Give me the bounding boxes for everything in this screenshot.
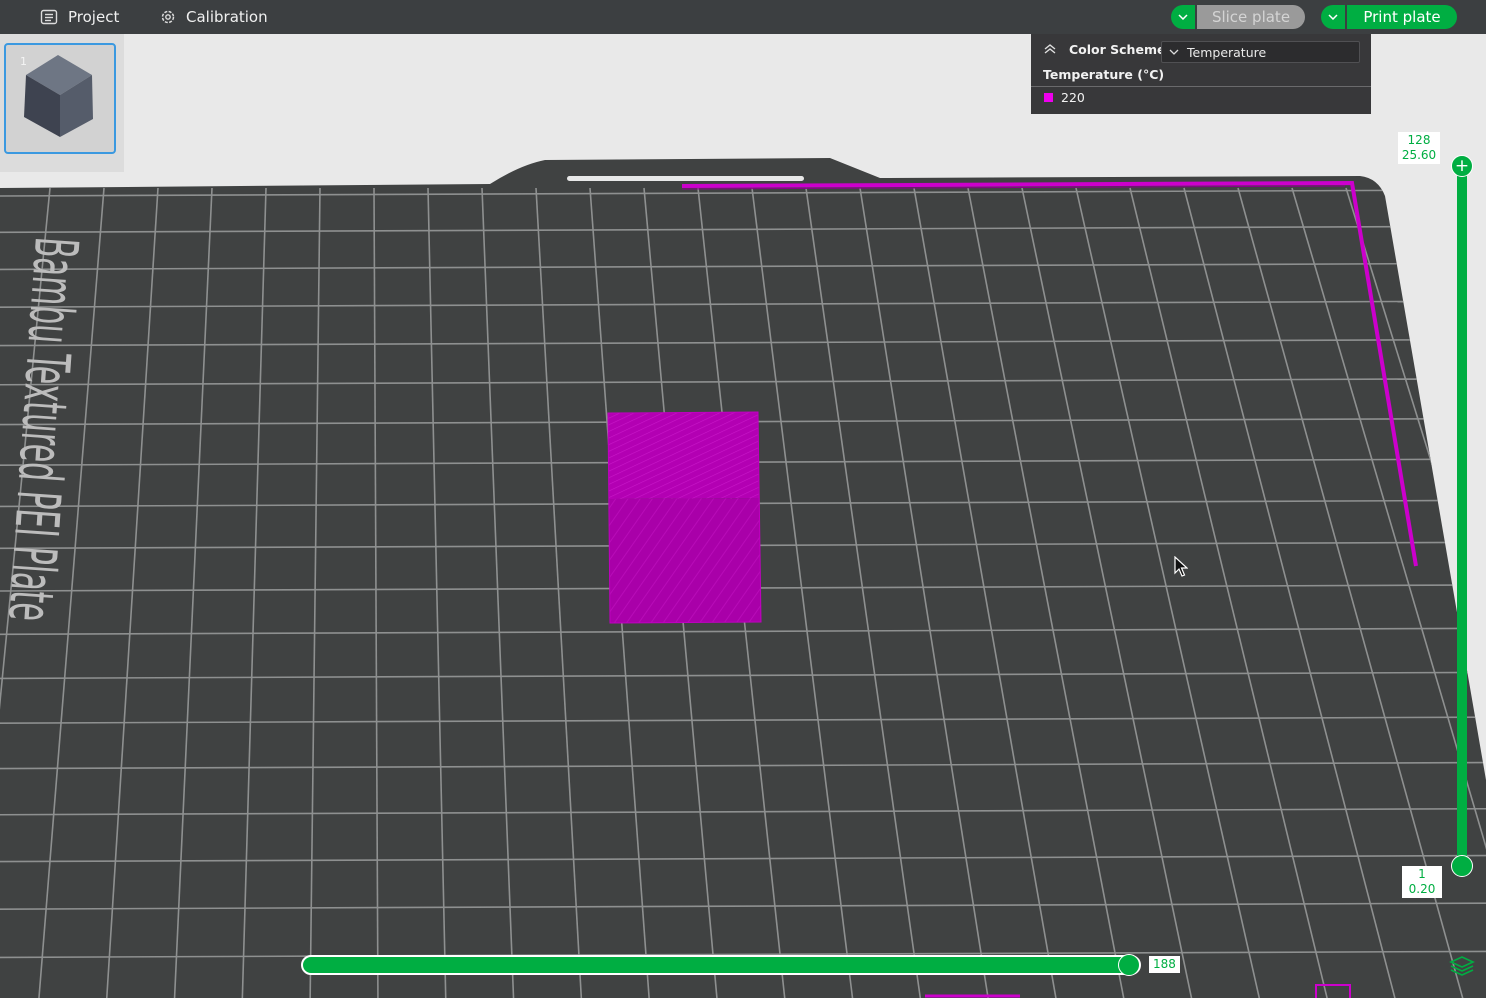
color-scheme-select[interactable]: Temperature	[1161, 41, 1360, 63]
plate-thumbnail[interactable]: 1	[4, 43, 116, 154]
tab-project-label: Project	[68, 8, 120, 26]
legend-swatch	[1044, 93, 1053, 102]
layer-top-height: 25.60	[1401, 148, 1437, 162]
layer-bottom-number: 1	[1418, 867, 1426, 881]
chevron-down-icon	[1328, 14, 1338, 20]
layer-top-number: 128	[1407, 133, 1431, 147]
calibration-icon	[160, 9, 176, 25]
plate-list-panel: 1	[0, 34, 124, 172]
chevron-down-icon	[1178, 14, 1188, 20]
plus-icon: +	[1454, 155, 1470, 176]
tab-calibration-label: Calibration	[186, 8, 268, 26]
legend-value: 220	[1061, 90, 1085, 105]
color-scheme-title: Color Scheme	[1069, 42, 1166, 57]
plate-handle	[567, 176, 804, 181]
layer-slider-track[interactable]	[1457, 166, 1467, 866]
slice-plate-button[interactable]: Slice plate	[1197, 5, 1305, 29]
slice-plate-group: Slice plate	[1171, 5, 1305, 29]
move-slider-handle[interactable]	[1118, 954, 1140, 976]
cursor-icon	[1174, 555, 1189, 582]
top-toolbar: Project Calibration Slice plate Print pl…	[0, 0, 1486, 34]
legend-header: Color Scheme Temperature	[1031, 34, 1371, 64]
layer-top-label: 128 25.60	[1398, 132, 1440, 164]
print-plate-group: Print plate	[1321, 5, 1457, 29]
layer-bottom-height: 0.20	[1408, 882, 1436, 896]
project-icon	[40, 9, 58, 25]
layer-slider-top-handle[interactable]: +	[1451, 155, 1473, 177]
layer-bottom-label: 1 0.20	[1402, 866, 1442, 898]
print-plate-button[interactable]: Print plate	[1347, 5, 1457, 29]
3d-viewport[interactable]: Bambu Textured PEI Plate	[0, 34, 1486, 998]
chevron-down-icon	[1169, 49, 1179, 55]
collapse-icon[interactable]	[1043, 43, 1057, 58]
move-slider-track[interactable]	[301, 955, 1141, 975]
legend-subtitle: Temperature (°C)	[1043, 67, 1165, 82]
build-plate-scene[interactable]: Bambu Textured PEI Plate	[0, 34, 1486, 998]
move-slider-value: 188	[1149, 956, 1180, 973]
color-scheme-value: Temperature	[1187, 44, 1267, 60]
legend-divider	[1031, 86, 1371, 87]
slice-options-button[interactable]	[1171, 5, 1195, 29]
print-options-button[interactable]	[1321, 5, 1345, 29]
tab-project[interactable]: Project	[40, 0, 119, 34]
cube-icon	[24, 55, 93, 137]
model-preview	[607, 411, 762, 624]
layers-icon[interactable]	[1449, 955, 1475, 977]
tab-calibration[interactable]: Calibration	[160, 0, 268, 34]
layer-slider-bottom-handle[interactable]	[1451, 855, 1473, 877]
color-scheme-panel: Color Scheme Temperature Temperature (°C…	[1031, 34, 1371, 114]
